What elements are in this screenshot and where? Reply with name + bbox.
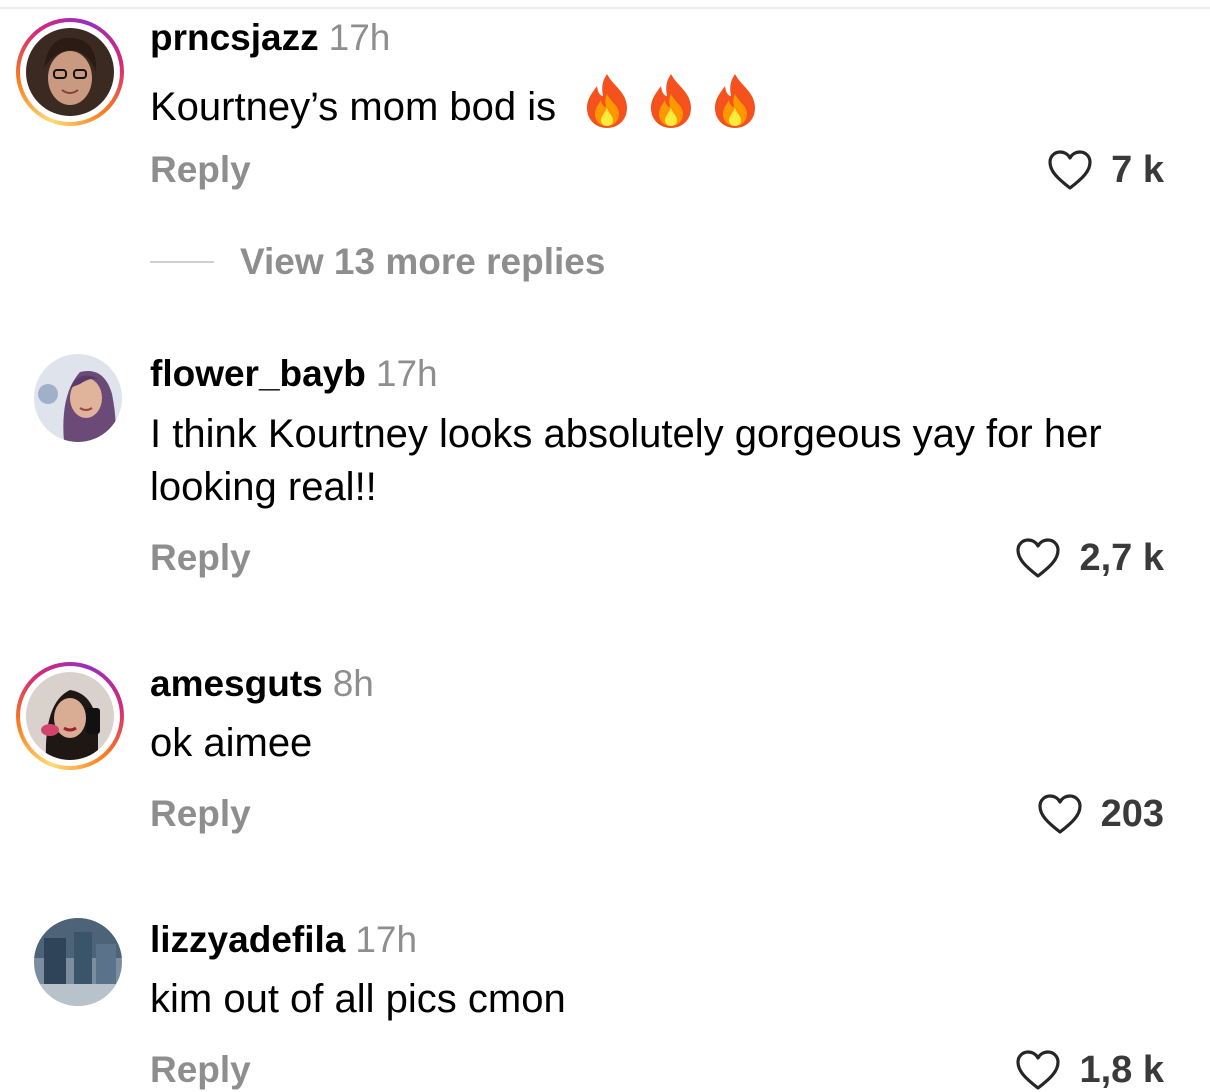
like-count: 1,8 k — [1079, 1049, 1164, 1091]
avatar[interactable] — [34, 918, 122, 1006]
comment-username[interactable]: amesguts — [150, 663, 323, 704]
reply-button[interactable]: Reply — [150, 1048, 251, 1092]
heart-outline-icon[interactable] — [1015, 1049, 1061, 1091]
comment-text: Kourtney’s mom bod is — [150, 85, 557, 129]
reply-button[interactable]: Reply — [150, 148, 251, 192]
like-button[interactable]: 2,7 k — [1015, 536, 1164, 580]
like-count: 203 — [1100, 793, 1164, 835]
comment-timestamp: 17h — [355, 919, 418, 960]
like-count: 7 k — [1111, 149, 1164, 191]
heart-outline-icon[interactable] — [1015, 537, 1061, 579]
comment-timestamp: 17h — [375, 353, 438, 394]
avatar[interactable] — [26, 672, 114, 760]
avatar-story-ring[interactable] — [16, 18, 124, 126]
top-divider — [0, 7, 1210, 9]
avatar[interactable] — [26, 28, 114, 116]
comment-username[interactable]: prncsjazz — [150, 17, 319, 58]
avatar[interactable] — [34, 354, 122, 442]
heart-outline-icon[interactable] — [1037, 793, 1083, 835]
comment-username[interactable]: flower_bayb — [150, 353, 366, 394]
like-button[interactable]: 203 — [1037, 792, 1164, 836]
avatar-story-ring[interactable] — [16, 662, 124, 770]
avatar-container[interactable] — [16, 336, 124, 444]
reply-button[interactable]: Reply — [150, 536, 251, 580]
comment-text: I think Kourtney looks absolutely gorgeo… — [150, 412, 1102, 509]
view-more-replies-button[interactable]: View 13 more replies — [150, 238, 605, 286]
comment-body: Kourtney’s mom bod is — [150, 72, 1180, 134]
comment-timestamp: 8h — [332, 663, 374, 704]
comment-username[interactable]: lizzyadefila — [150, 919, 345, 960]
comment-timestamp: 17h — [328, 17, 391, 58]
like-count: 2,7 k — [1079, 537, 1164, 579]
comment-text: ok aimee — [150, 721, 313, 765]
fire-emoji — [583, 72, 631, 130]
fire-emoji — [647, 72, 695, 130]
replies-divider — [150, 261, 214, 263]
reply-button[interactable]: Reply — [150, 792, 251, 836]
view-more-replies-label[interactable]: View 13 more replies — [240, 238, 605, 286]
like-button[interactable]: 1,8 k — [1015, 1048, 1164, 1092]
fire-emoji — [711, 72, 759, 130]
comment-text: kim out of all pics cmon — [150, 977, 566, 1021]
avatar-container[interactable] — [16, 900, 124, 1008]
heart-outline-icon[interactable] — [1047, 149, 1093, 191]
like-button[interactable]: 7 k — [1047, 148, 1164, 192]
